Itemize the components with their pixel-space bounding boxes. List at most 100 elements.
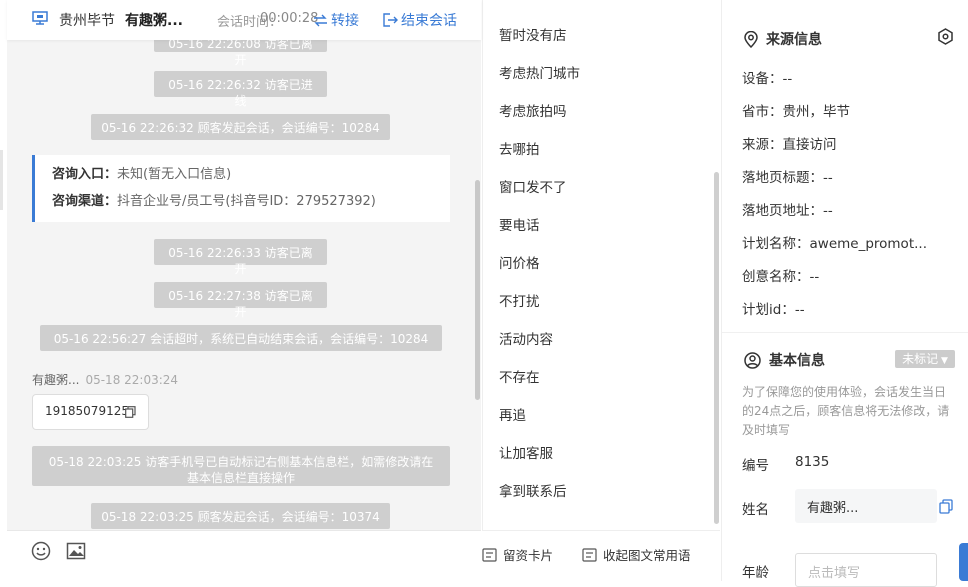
phrase-item[interactable]: 不存在	[499, 366, 540, 386]
source-info-label: 计划id：	[742, 302, 795, 318]
source-info-value: --	[823, 203, 833, 219]
system-message: 05-16 22:56:27 会话超时，系统已自动结束会话，会话编号：10284	[40, 325, 442, 351]
location-pin-icon	[744, 30, 758, 48]
side-tab[interactable]	[959, 543, 968, 581]
session-time-value: 00:00:28	[260, 11, 319, 26]
monitor-icon	[32, 11, 48, 25]
visitor-location: 贵州毕节	[59, 13, 115, 29]
end-session-label: 结束会话	[401, 13, 457, 29]
phrase-item[interactable]: 考虑热门城市	[499, 62, 580, 82]
source-info-value: 直接访问	[782, 137, 837, 153]
source-info-label: 设备：	[742, 71, 783, 87]
leave-card-label: 留资卡片	[503, 548, 554, 563]
source-info-label: 省市：	[742, 104, 783, 120]
tag-label: 未标记	[902, 352, 939, 366]
basic-info-title: 基本信息	[769, 353, 825, 369]
image-icon[interactable]	[66, 541, 86, 561]
source-info-value: aweme_promot...	[809, 236, 928, 252]
user-icon	[744, 351, 761, 369]
system-message: 05-16 22:27:38 访客已离开	[154, 282, 327, 319]
settings-icon[interactable]	[937, 28, 954, 45]
sender-time: 05-18 22:03:24	[85, 373, 179, 387]
copy-icon[interactable]	[939, 499, 953, 514]
name-value: 有趣粥...	[807, 501, 859, 516]
source-info-header: 来源信息	[744, 29, 822, 49]
phrase-item[interactable]: 暂时没有店	[499, 24, 567, 44]
transfer-label: 转接	[331, 13, 359, 29]
phrase-scrollbar[interactable]	[714, 172, 719, 524]
leave-card-button[interactable]: 留资卡片	[482, 545, 553, 564]
basic-info-header: 基本信息	[744, 350, 825, 370]
source-info-row: 创意名称：--	[742, 265, 819, 285]
phone-number: 19185079125	[45, 404, 129, 418]
source-info-value: --	[782, 71, 793, 87]
phone-message[interactable]: 19185079125	[32, 394, 149, 430]
transfer-icon	[314, 14, 327, 26]
input-toolbar	[7, 530, 481, 582]
transfer-button[interactable]: 转接	[313, 10, 359, 30]
emoji-icon[interactable]	[31, 541, 51, 561]
collapse-phrases-label: 收起图文常用语	[603, 548, 691, 563]
entry-label: 咨询入口：	[52, 167, 118, 182]
end-session-button[interactable]: 结束会话	[383, 10, 457, 30]
quick-phrases-panel: 暂时没有店考虑热门城市 考虑旅拍吗去哪拍窗口发不了要电话问价格不打扰活动内容不存在…	[482, 0, 722, 581]
phrase-item[interactable]: 考虑旅拍吗	[499, 100, 567, 120]
source-info-value: --	[794, 302, 805, 318]
card-icon	[482, 547, 497, 562]
phrase-item[interactable]: 去哪拍	[499, 138, 540, 158]
copy-icon[interactable]	[125, 406, 136, 418]
chevron-down-icon: ▼	[938, 356, 948, 366]
source-info-label: 落地页标题：	[742, 170, 823, 186]
phrase-item[interactable]: 不打扰	[499, 290, 540, 310]
phrase-item[interactable]: 让加客服	[499, 442, 553, 462]
sender-name: 有趣粥...	[32, 373, 80, 387]
age-label: 年龄	[742, 565, 769, 581]
name-label: 姓名	[742, 502, 769, 518]
source-info-row: 来源：直接访问	[742, 133, 837, 153]
chat-scrollbar[interactable]	[475, 180, 480, 400]
source-info-title: 来源信息	[766, 32, 822, 48]
id-label: 编号	[742, 458, 769, 474]
system-message: 05-16 22:26:32 顾客发起会话，会话编号：10284	[91, 114, 390, 140]
source-info-row: 省市：贵州，毕节	[742, 100, 850, 120]
source-info-label: 来源：	[742, 137, 783, 153]
name-field[interactable]: 有趣粥...	[795, 489, 937, 523]
message-sender: 有趣粥... 05-18 22:03:24	[32, 371, 178, 388]
tag-dropdown[interactable]: 未标记 ▼	[895, 350, 955, 368]
phrase-item[interactable]: 活动内容	[499, 328, 553, 348]
phrase-item[interactable]: 再追	[499, 404, 526, 424]
source-info-row: 落地页地址：--	[742, 199, 833, 219]
customer-info-panel: 来源信息 设备：-- 省市：贵州，毕节 来源：直接访问 落地页标题：-- 落地页地址：-…	[722, 0, 968, 587]
system-message: 05-16 22:26:32 访客已进线	[154, 71, 327, 108]
phrase-item[interactable]: 拿到联系后	[499, 480, 567, 500]
source-info-row: 落地页标题：--	[742, 166, 833, 186]
pane-edge	[0, 150, 3, 210]
consult-info-card: 咨询入口：未知(暂无入口信息) 咨询渠道：抖音企业号/员工号(抖音号ID：279…	[32, 155, 450, 222]
exit-icon	[383, 13, 398, 27]
phrase-item[interactable]: 窗口发不了	[499, 176, 567, 196]
edit-notice: 为了保障您的使用体验，会话发生当日的24点之后，顾客信息将无法修改，请及时填写	[742, 385, 950, 437]
source-info-value: --	[823, 170, 833, 186]
phrase-item[interactable]: 问价格	[499, 252, 540, 272]
source-info-row: 计划id：--	[742, 298, 805, 318]
system-message: 05-18 22:03:25 访客手机号已自动标记右侧基本信息栏，如需修改请在基…	[32, 446, 450, 486]
divider	[722, 332, 968, 333]
channel-value: 抖音企业号/员工号(抖音号ID：279527392)	[117, 194, 376, 209]
chat-pane: 贵州毕节 有趣粥... 会话时间： 00:00:28 转接 结束会话 05-16…	[7, 0, 481, 581]
source-info-row: 计划名称：aweme_promot...	[742, 232, 927, 252]
source-info-value: --	[809, 269, 820, 285]
card-icon	[582, 547, 597, 562]
source-info-label: 计划名称：	[742, 236, 810, 252]
system-message: 05-18 22:03:25 顾客发起会话，会话编号：10374	[91, 503, 390, 529]
chat-header: 贵州毕节 有趣粥... 会话时间： 00:00:28 转接 结束会话	[7, 0, 481, 40]
entry-value: 未知(暂无入口信息)	[117, 167, 232, 182]
age-placeholder: 点击填写	[808, 566, 861, 581]
phrase-item[interactable]: 要电话	[499, 214, 540, 234]
collapse-phrases-button[interactable]: 收起图文常用语	[582, 545, 691, 564]
id-value: 8135	[795, 454, 830, 470]
visitor-name: 有趣粥...	[125, 13, 183, 29]
source-info-label: 落地页地址：	[742, 203, 823, 219]
source-info-label: 创意名称：	[742, 269, 810, 285]
channel-label: 咨询渠道：	[52, 194, 118, 209]
age-input[interactable]: 点击填写	[795, 553, 937, 587]
